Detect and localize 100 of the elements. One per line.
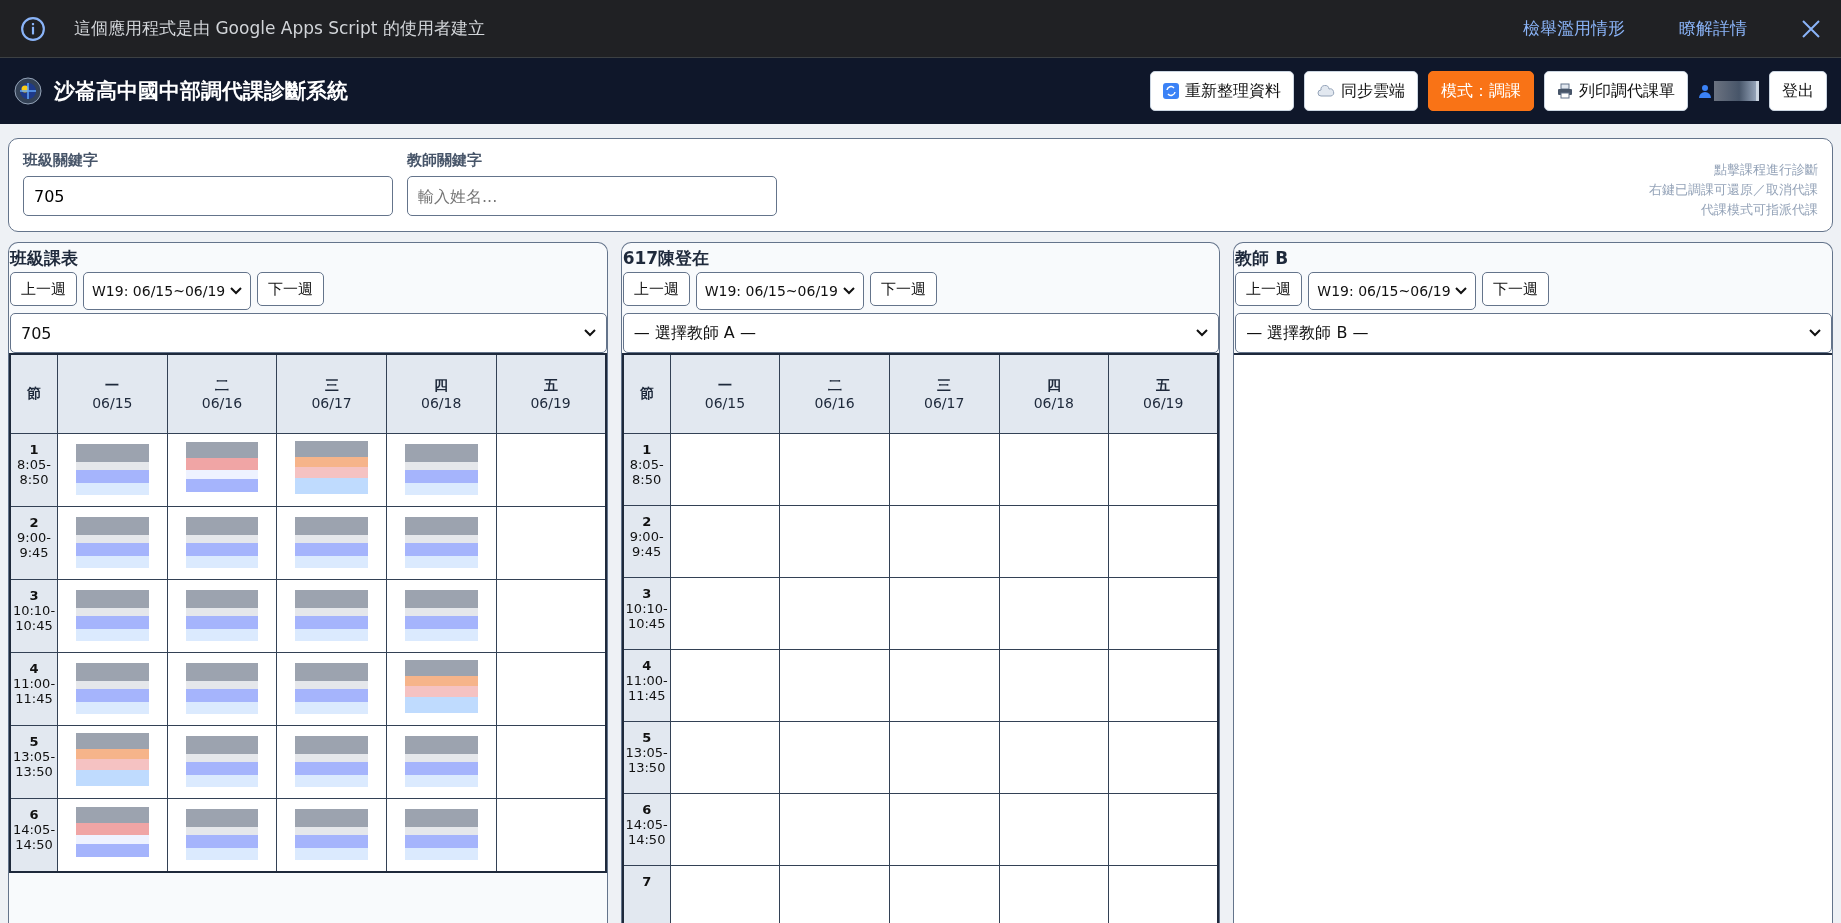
period-cell: 2 9:00-9:45 [10,506,58,580]
close-icon[interactable] [1801,18,1821,39]
field-label: 班級關鍵字 [23,151,99,170]
table-cell[interactable] [386,506,496,580]
cloud-icon [1317,85,1335,97]
toolbar-button[interactable]: 同步雲端 [1304,71,1418,111]
info-icon [20,15,46,42]
banner-link[interactable]: 瞭解詳情 [1679,17,1747,40]
table-cell[interactable] [889,721,1000,794]
table-cell[interactable] [276,652,387,726]
panel-title: 617陳登在 [621,247,711,270]
table-cell[interactable] [999,721,1109,794]
user-icon [1698,84,1712,98]
period-cell: 5 13:05-13:50 [622,721,671,794]
table-cell[interactable] [999,577,1109,650]
table-cell[interactable] [779,721,890,794]
table-cell[interactable] [276,506,387,580]
refresh-icon [1163,83,1179,99]
column-header: 節 [622,354,671,434]
table-cell[interactable] [999,793,1109,866]
chevron-down-icon [583,329,596,337]
select-dropdown[interactable]: — 選擇教師 B — [1235,313,1832,353]
logout-button[interactable]: 登出 [1769,71,1827,111]
select-dropdown[interactable]: 705 [10,313,607,353]
table-cell[interactable] [670,721,780,794]
table-cell[interactable] [779,505,890,578]
hint-text: 點擊課程進行診斷 [1714,161,1818,179]
hint-text: 代課模式可指派代課 [1701,201,1818,219]
table-cell[interactable] [57,506,168,580]
column-header: 五 06/19 [496,354,606,434]
prev-week-button[interactable]: 上一週 [622,272,690,306]
table-cell[interactable] [889,577,1000,650]
column-header: 二 06/16 [779,354,890,434]
table-cell[interactable] [779,433,890,506]
table-cell[interactable] [889,433,1000,506]
input-field[interactable]: 輸入姓名... [407,176,777,216]
week-dropdown[interactable]: W19: 06/15~06/19 [695,272,864,310]
next-week-button[interactable]: 下一週 [257,272,324,306]
period-cell: 6 14:05-14:50 [10,798,58,872]
table-cell[interactable] [386,725,496,799]
toolbar-button[interactable]: 列印調代課單 [1544,71,1688,111]
table-cell[interactable] [386,579,496,653]
table-cell[interactable] [276,725,387,799]
prev-week-button[interactable]: 上一週 [1235,272,1303,306]
column-header: 一 06/15 [670,354,780,434]
period-cell: 3 10:10-10:45 [622,577,671,650]
toolbar-button[interactable]: 重新整理資料 [1150,71,1294,111]
table-cell[interactable] [889,505,1000,578]
app-title: 沙崙高中國中部調代課診斷系統 [54,78,348,105]
panel-title: 班級課表 [9,247,79,270]
banner-link[interactable]: 檢舉濫用情形 [1523,17,1625,40]
select-dropdown[interactable]: — 選擇教師 A — [622,313,1220,353]
table-cell[interactable] [276,579,387,653]
period-cell: 3 10:10-10:45 [10,579,58,653]
table-cell[interactable] [167,725,277,799]
table-cell[interactable] [779,649,890,722]
next-week-button[interactable]: 下一週 [1482,272,1550,306]
table-cell[interactable] [999,433,1109,506]
table-cell[interactable] [999,649,1109,722]
table-cell[interactable] [670,649,780,722]
table-cell[interactable] [889,649,1000,722]
school-logo-icon [14,77,42,105]
table-cell[interactable] [57,579,168,653]
table-cell[interactable] [57,652,168,726]
table-cell[interactable] [167,433,277,507]
table-cell[interactable] [670,793,780,866]
banner-message: 這個應用程式是由 Google Apps Script 的使用者建立 [74,17,485,40]
table-cell[interactable] [670,433,780,506]
table-cell[interactable] [167,579,277,653]
period-cell: 1 8:05-8:50 [622,433,671,506]
next-week-button[interactable]: 下一週 [869,272,937,306]
table-cell[interactable] [386,433,496,507]
table-cell[interactable] [386,652,496,726]
table-cell[interactable] [999,505,1109,578]
chevron-down-icon [1809,329,1821,337]
chevron-down-icon [1455,287,1468,295]
period-cell: 1 8:05-8:50 [10,433,58,507]
column-header: 二 06/16 [167,354,277,434]
table-cell[interactable] [779,577,890,650]
table-cell[interactable] [889,793,1000,866]
table-cell[interactable] [167,652,277,726]
period-cell: 4 11:00-11:45 [10,652,58,726]
column-header: 四 06/18 [999,354,1109,434]
column-header: 一 06/15 [57,354,168,434]
prev-week-button[interactable]: 上一週 [10,272,77,306]
column-header: 三 06/17 [276,354,387,434]
week-dropdown[interactable]: W19: 06/15~06/19 [1308,272,1477,310]
table-cell[interactable] [276,433,387,507]
column-header: 三 06/17 [889,354,1000,434]
period-cell: 4 11:00-11:45 [622,649,671,722]
table-cell[interactable] [670,577,780,650]
table-cell[interactable] [57,433,168,507]
week-dropdown[interactable]: W19: 06/15~06/19 [83,272,251,310]
table-cell[interactable] [670,505,780,578]
table-cell[interactable] [779,793,890,866]
table-cell[interactable] [167,506,277,580]
input-field[interactable]: 705 [23,176,393,216]
column-header: 節 [10,354,58,434]
table-cell[interactable] [57,725,168,799]
printer-icon [1557,83,1573,99]
